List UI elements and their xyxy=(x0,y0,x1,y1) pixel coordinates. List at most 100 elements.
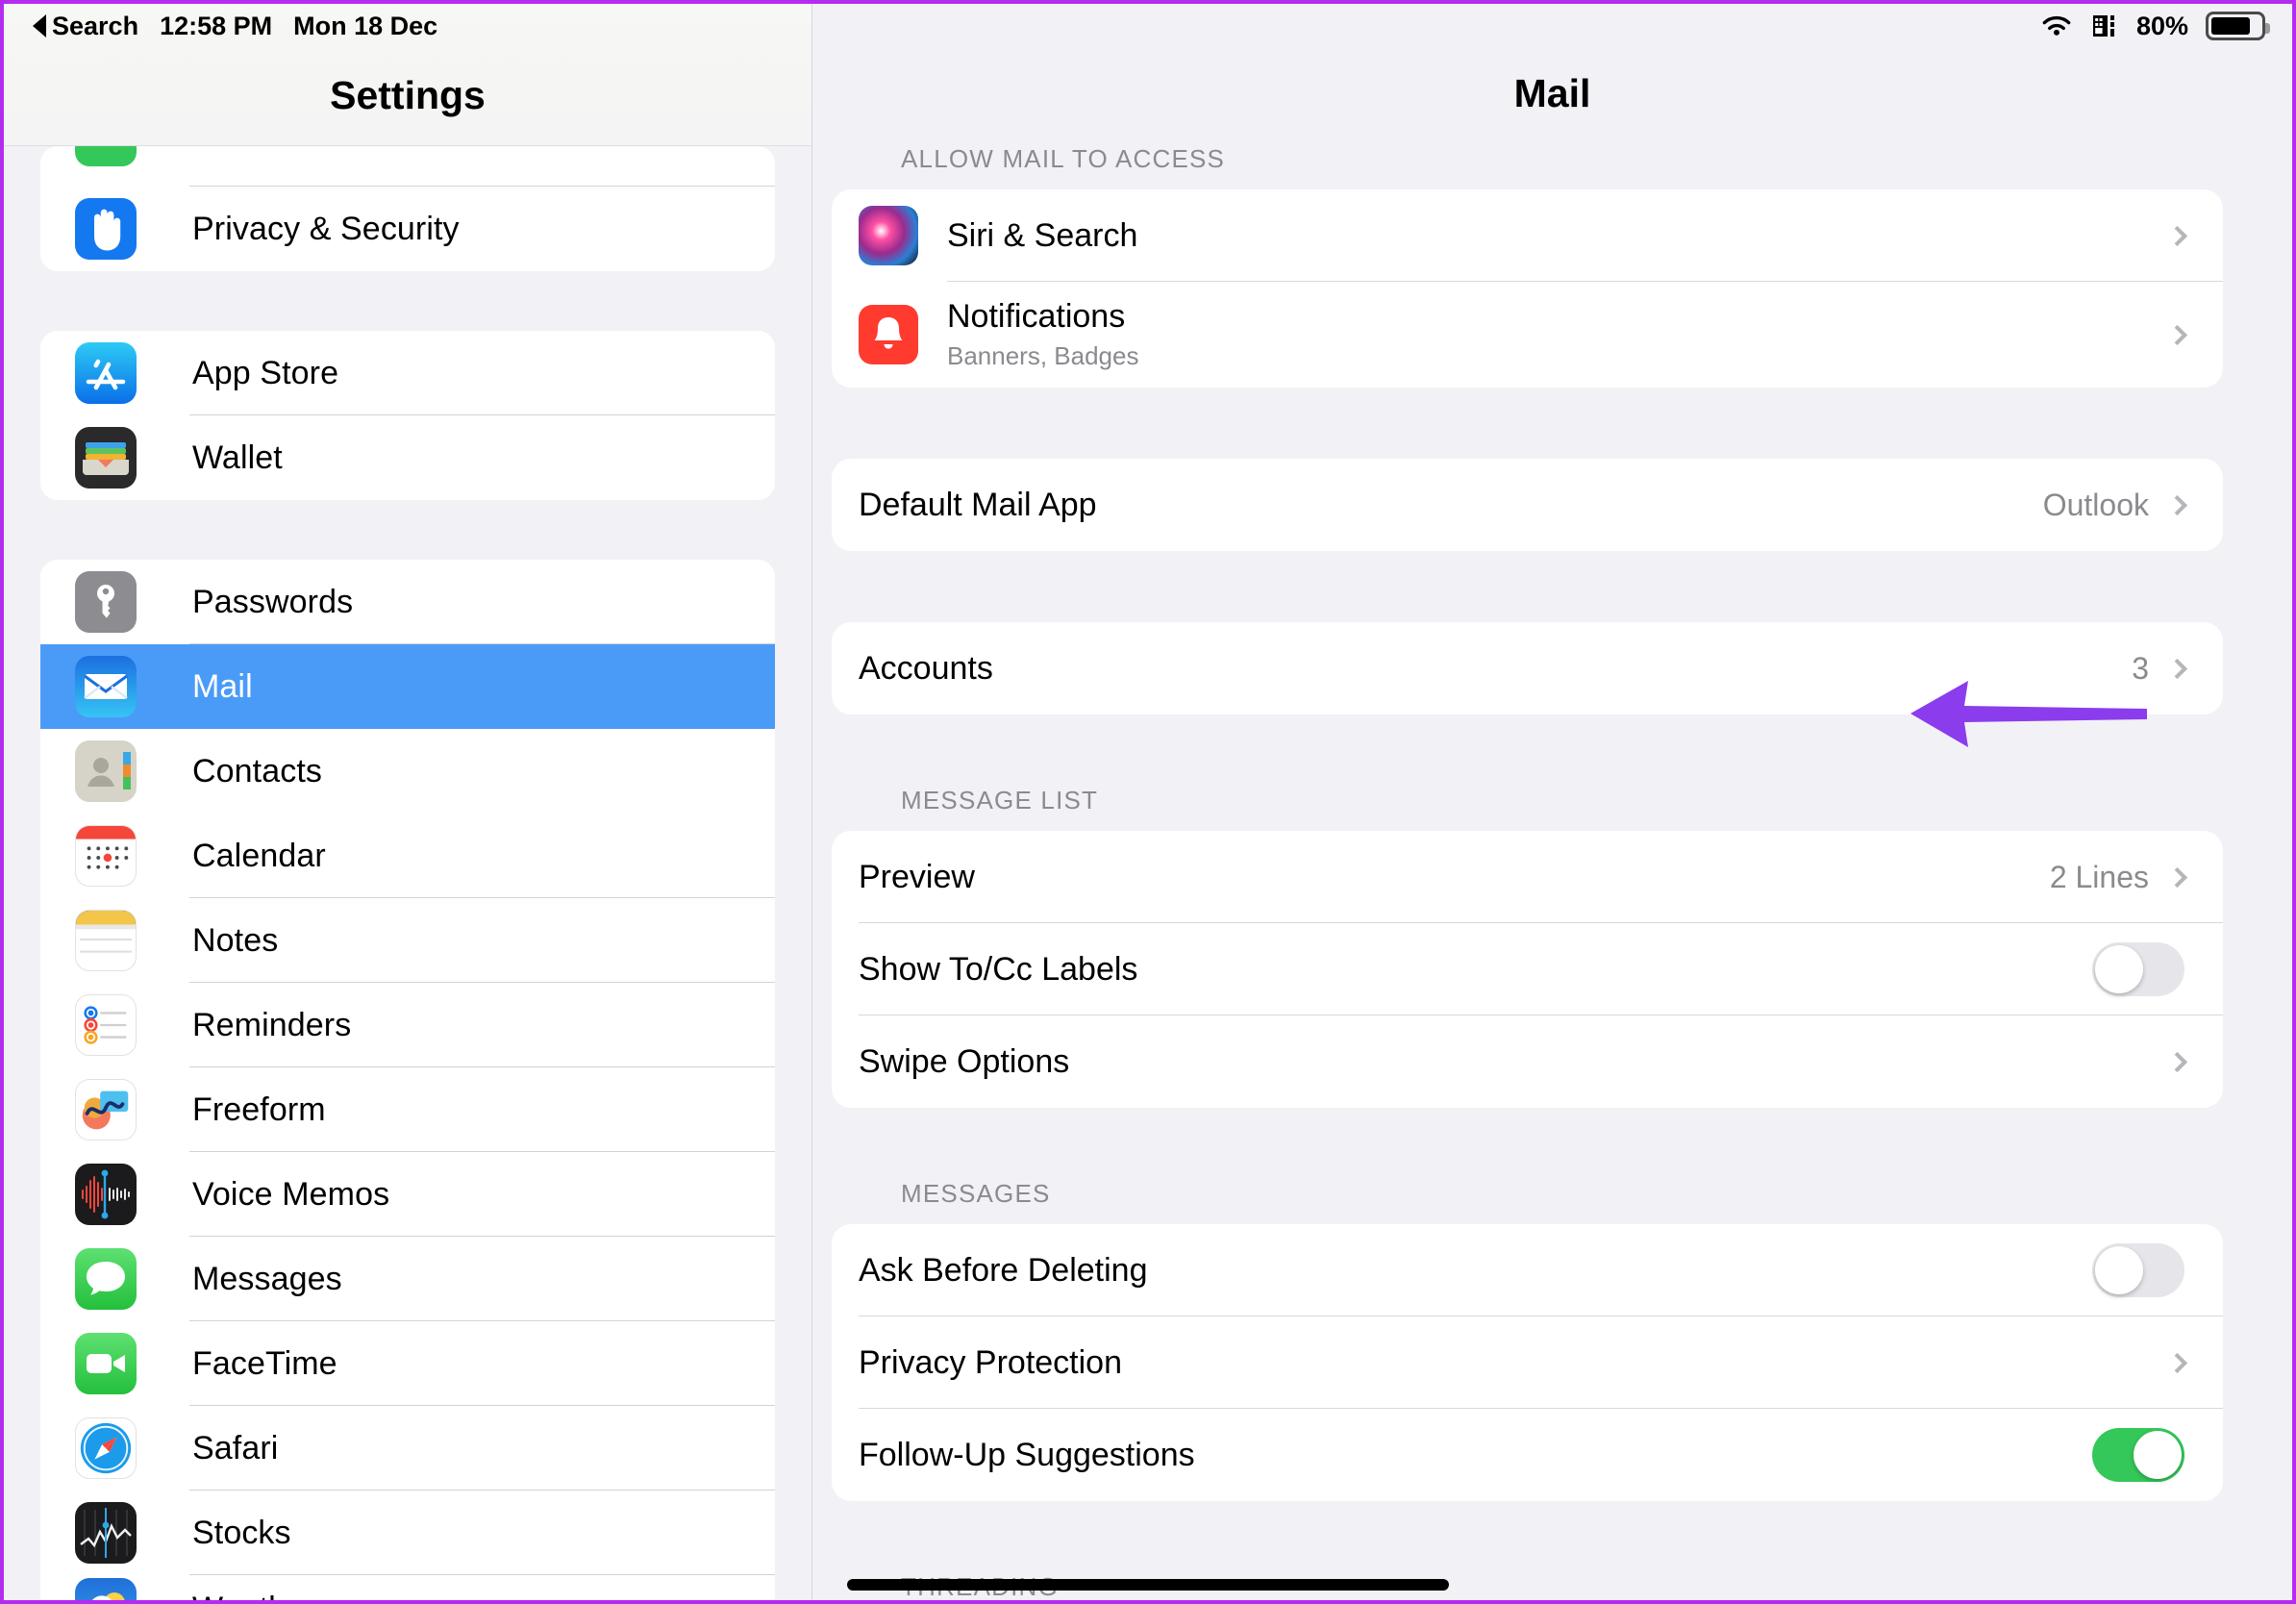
row-label: Privacy Protection xyxy=(859,1343,1122,1381)
ipad-settings-screen: Search 12:58 PM Mon 18 Dec 80% Settings … xyxy=(0,0,2296,1604)
row-label: Ask Before Deleting xyxy=(859,1251,1148,1289)
row-ask-before-deleting[interactable]: Ask Before Deleting xyxy=(832,1224,2223,1316)
sidebar-item-label: Voice Memos xyxy=(192,1175,390,1213)
row-value: 2 Lines xyxy=(2049,859,2149,894)
messages-icon xyxy=(75,1248,137,1310)
sidebar-item-label: Calendar xyxy=(192,837,326,874)
settings-sidebar[interactable]: Settings Privacy & Security App Store Wa… xyxy=(4,4,812,1600)
sidebar-item-freeform[interactable]: Freeform xyxy=(40,1067,775,1152)
row-label: Notifications xyxy=(947,298,1126,335)
row-label: Follow-Up Suggestions xyxy=(859,1436,1195,1473)
sidebar-item-label: Notes xyxy=(192,921,279,959)
row-label: Preview xyxy=(859,858,975,895)
row-notifications[interactable]: Notifications Banners, Badges xyxy=(832,282,2223,388)
sidebar-item-partial-above[interactable] xyxy=(40,146,775,187)
detail-scroll-area[interactable]: ALLOW MAIL TO ACCESS Siri & Search Notif… xyxy=(812,127,2292,1600)
row-label: Accounts xyxy=(859,649,993,687)
row-preview[interactable]: Preview 2 Lines xyxy=(832,831,2223,923)
sidebar-group-privacy: Privacy & Security xyxy=(40,146,775,271)
notes-icon xyxy=(75,910,137,971)
row-swipe-options[interactable]: Swipe Options xyxy=(832,1015,2223,1108)
sidebar-item-reminders[interactable]: Reminders xyxy=(40,983,775,1067)
sidebar-item-label: FaceTime xyxy=(192,1344,337,1382)
row-show-to-cc-labels[interactable]: Show To/Cc Labels xyxy=(832,923,2223,1015)
notifications-bell-icon xyxy=(859,305,918,364)
sidebar-item-label: Contacts xyxy=(192,752,322,789)
home-indicator[interactable] xyxy=(847,1579,1449,1591)
mail-envelope-icon xyxy=(75,656,137,717)
sidebar-item-label: Messages xyxy=(192,1260,342,1297)
sidebar-item-wallet[interactable]: Wallet xyxy=(40,415,775,500)
sidebar-item-passwords[interactable]: Passwords xyxy=(40,560,775,644)
voice-memos-icon xyxy=(75,1164,137,1225)
row-privacy-protection[interactable]: Privacy Protection xyxy=(832,1316,2223,1409)
stocks-icon xyxy=(75,1502,137,1564)
follow-up-suggestions-toggle[interactable] xyxy=(2092,1428,2184,1482)
sidebar-item-label: Stocks xyxy=(192,1514,291,1551)
section-header-allow-access: ALLOW MAIL TO ACCESS xyxy=(901,144,1226,173)
sidebar-item-stocks[interactable]: Stocks xyxy=(40,1491,775,1575)
row-sublabel: Banners, Badges xyxy=(947,341,1139,370)
sidebar-item-label: Freeform xyxy=(192,1090,326,1128)
contacts-icon xyxy=(75,740,137,802)
sidebar-item-label: Mail xyxy=(192,667,253,705)
row-siri-and-search[interactable]: Siri & Search xyxy=(832,189,2223,282)
mail-settings-pane[interactable]: Mail ALLOW MAIL TO ACCESS Siri & Search xyxy=(812,4,2292,1600)
chevron-right-icon xyxy=(2166,866,2188,888)
key-icon xyxy=(75,571,137,633)
row-value: 3 xyxy=(2132,650,2149,686)
sidebar-item-label: Privacy & Security xyxy=(192,210,460,247)
sidebar-header: Settings xyxy=(4,4,811,146)
row-accounts[interactable]: Accounts 3 xyxy=(832,622,2223,714)
sidebar-item-mail[interactable]: Mail xyxy=(40,644,775,729)
wallet-icon xyxy=(75,427,137,489)
sidebar-item-label: App Store xyxy=(192,354,339,391)
detail-header: Mail xyxy=(812,4,2292,127)
card-message-list: Preview 2 Lines Show To/Cc Labels Swipe … xyxy=(832,831,2223,1108)
sidebar-item-messages[interactable]: Messages xyxy=(40,1237,775,1321)
sidebar-item-privacy-security[interactable]: Privacy & Security xyxy=(40,187,775,271)
card-default-mail-app: Default Mail App Outlook xyxy=(832,459,2223,551)
row-value: Outlook xyxy=(2042,487,2149,522)
chevron-right-icon xyxy=(2166,658,2188,679)
reminders-icon xyxy=(75,994,137,1056)
chevron-right-icon xyxy=(2166,1051,2188,1072)
sidebar-group-apps: Passwords Mail Contacts Calendar Notes R… xyxy=(40,560,775,1600)
sidebar-item-voice-memos[interactable]: Voice Memos xyxy=(40,1152,775,1237)
card-messages: Ask Before Deleting Privacy Protection F… xyxy=(832,1224,2223,1501)
facetime-icon xyxy=(75,1333,137,1394)
freeform-icon xyxy=(75,1079,137,1140)
sidebar-item-facetime[interactable]: FaceTime xyxy=(40,1321,775,1406)
weather-icon xyxy=(75,1578,137,1600)
row-default-mail-app[interactable]: Default Mail App Outlook xyxy=(832,459,2223,551)
row-label: Swipe Options xyxy=(859,1042,1070,1080)
calendar-icon xyxy=(75,825,137,887)
page-title: Mail xyxy=(1513,71,1591,115)
chevron-right-icon xyxy=(2166,1352,2188,1373)
chevron-right-icon xyxy=(2166,494,2188,515)
sidebar-group-store: App Store Wallet xyxy=(40,331,775,500)
row-follow-up-suggestions[interactable]: Follow-Up Suggestions xyxy=(832,1409,2223,1501)
sidebar-item-weather[interactable]: Weather xyxy=(40,1575,775,1600)
app-store-icon xyxy=(75,342,137,404)
row-label: Default Mail App xyxy=(859,486,1097,523)
sidebar-item-label: Reminders xyxy=(192,1006,352,1043)
siri-icon xyxy=(859,206,918,265)
sidebar-scroll-area[interactable]: Privacy & Security App Store Wallet Pass… xyxy=(4,4,811,1600)
sidebar-item-calendar[interactable]: Calendar xyxy=(40,814,775,898)
sidebar-item-label: Weather xyxy=(192,1591,316,1601)
sidebar-item-safari[interactable]: Safari xyxy=(40,1406,775,1491)
section-header-message-list: MESSAGE LIST xyxy=(901,786,1099,815)
row-label: Show To/Cc Labels xyxy=(859,950,1138,988)
safari-compass-icon xyxy=(75,1417,137,1479)
privacy-hand-icon xyxy=(75,198,137,260)
sidebar-item-label: Wallet xyxy=(192,439,283,476)
sidebar-item-contacts[interactable]: Contacts xyxy=(40,729,775,814)
sidebar-item-app-store[interactable]: App Store xyxy=(40,331,775,415)
sidebar-item-notes[interactable]: Notes xyxy=(40,898,775,983)
ask-before-deleting-toggle[interactable] xyxy=(2092,1243,2184,1297)
chevron-right-icon xyxy=(2166,225,2188,246)
show-to-cc-labels-toggle[interactable] xyxy=(2092,942,2184,996)
row-label: Siri & Search xyxy=(947,216,1138,254)
card-accounts: Accounts 3 xyxy=(832,622,2223,714)
